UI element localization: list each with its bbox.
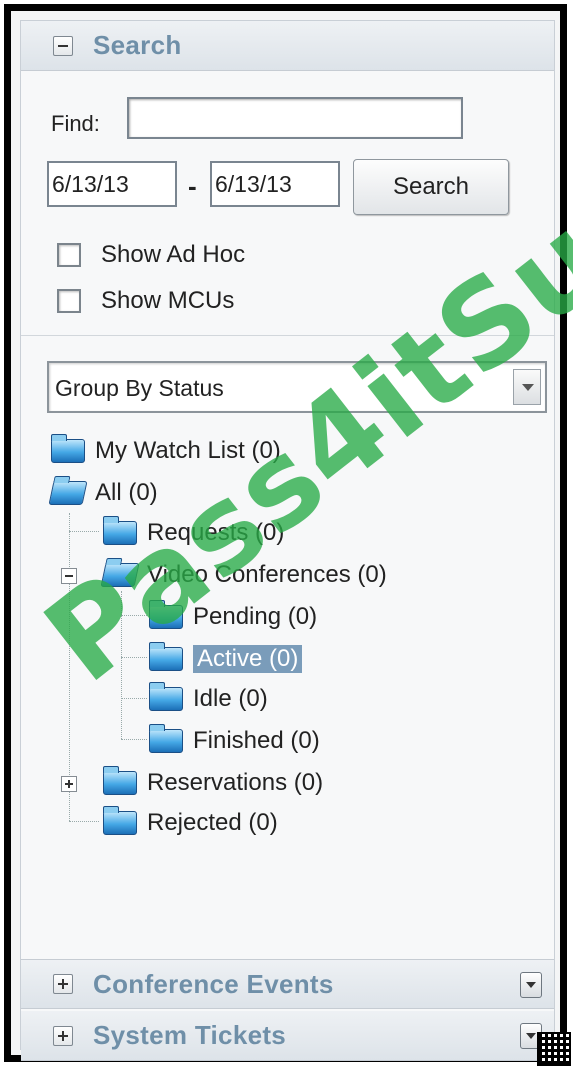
show-ad-hoc-label: Show Ad Hoc	[101, 241, 246, 268]
chevron-down-icon[interactable]	[513, 369, 541, 405]
folder-icon	[149, 682, 183, 711]
show-ad-hoc-option[interactable]: Show Ad Hoc	[57, 241, 245, 269]
show-ad-hoc-checkbox[interactable]	[57, 243, 81, 267]
chevron-down-icon[interactable]	[520, 972, 542, 998]
tree-node-video-conferences[interactable]: Video Conferences (0)	[100, 559, 387, 591]
group-by-select[interactable]: Group By Status	[47, 361, 547, 413]
tree-node-label: All (0)	[95, 479, 158, 506]
group-by-value: Group By Status	[55, 375, 224, 401]
search-button[interactable]: Search	[353, 159, 509, 215]
expand-icon[interactable]	[61, 776, 77, 792]
collapse-icon[interactable]	[61, 568, 77, 584]
tree-node-pending[interactable]: Pending (0)	[149, 600, 318, 633]
date-separator: -	[188, 171, 197, 201]
folder-icon	[103, 766, 137, 795]
tree-node-rejected[interactable]: Rejected (0)	[103, 806, 278, 839]
show-mcus-label: Show MCUs	[101, 287, 235, 314]
tree-node-my-watch-list[interactable]: My Watch List (0)	[51, 434, 281, 467]
folder-icon	[51, 434, 85, 463]
divider	[21, 335, 554, 336]
search-section-title: Search	[93, 30, 182, 60]
tree-connector	[121, 591, 122, 739]
tree-connector	[69, 513, 70, 821]
tree-node-label: Idle (0)	[193, 685, 268, 712]
folder-icon	[103, 516, 137, 545]
tree-connector	[69, 821, 99, 822]
tree-node-finished[interactable]: Finished (0)	[149, 724, 320, 757]
qr-code-icon	[537, 1032, 571, 1066]
sidebar-panel: Search Find: - Search Show Ad Hoc Show M…	[20, 20, 555, 1061]
date-to-field[interactable]	[210, 161, 340, 207]
tree-node-label: Rejected (0)	[147, 809, 278, 836]
tree-node-label: Requests (0)	[147, 519, 285, 546]
conference-events-section-header[interactable]: Conference Events	[21, 959, 554, 1009]
tree-node-all[interactable]: All (0)	[48, 477, 158, 509]
tree-node-idle[interactable]: Idle (0)	[149, 682, 268, 715]
system-tickets-section-title: System Tickets	[93, 1020, 287, 1050]
tree-node-requests[interactable]: Requests (0)	[103, 516, 285, 549]
find-input[interactable]	[127, 97, 463, 139]
tree-node-label: Finished (0)	[193, 727, 320, 754]
expand-icon[interactable]	[53, 974, 73, 994]
tree-node-label: Video Conferences (0)	[147, 561, 387, 588]
expand-icon[interactable]	[53, 1025, 73, 1046]
tree-connector	[69, 531, 99, 532]
date-from-field[interactable]	[47, 161, 177, 207]
system-tickets-section-header[interactable]: System Tickets	[21, 1011, 554, 1061]
tree-connector	[121, 657, 147, 658]
tree-node-active[interactable]: Active (0)	[149, 642, 303, 675]
show-mcus-option[interactable]: Show MCUs	[57, 287, 234, 315]
search-section-header[interactable]: Search	[21, 21, 554, 71]
open-folder-icon	[100, 563, 140, 587]
open-folder-icon	[48, 481, 88, 505]
folder-icon	[103, 806, 137, 835]
tree-connector	[121, 615, 147, 616]
folder-icon	[149, 600, 183, 629]
tree-connector	[121, 698, 147, 699]
panel-frame: Search Find: - Search Show Ad Hoc Show M…	[4, 4, 567, 1062]
conference-events-section-title: Conference Events	[93, 968, 334, 999]
tree-node-label: Pending (0)	[193, 603, 318, 630]
find-label: Find:	[51, 111, 100, 136]
tree-node-reservations[interactable]: Reservations (0)	[103, 766, 324, 799]
show-mcus-checkbox[interactable]	[57, 289, 81, 313]
collapse-icon[interactable]	[53, 35, 73, 56]
tree-node-label: My Watch List (0)	[95, 437, 281, 464]
tree-node-label: Reservations (0)	[147, 769, 324, 796]
tree-connector	[121, 739, 147, 740]
tree-node-label-selected: Active (0)	[193, 645, 303, 673]
folder-icon	[149, 642, 183, 671]
folder-icon	[149, 724, 183, 753]
